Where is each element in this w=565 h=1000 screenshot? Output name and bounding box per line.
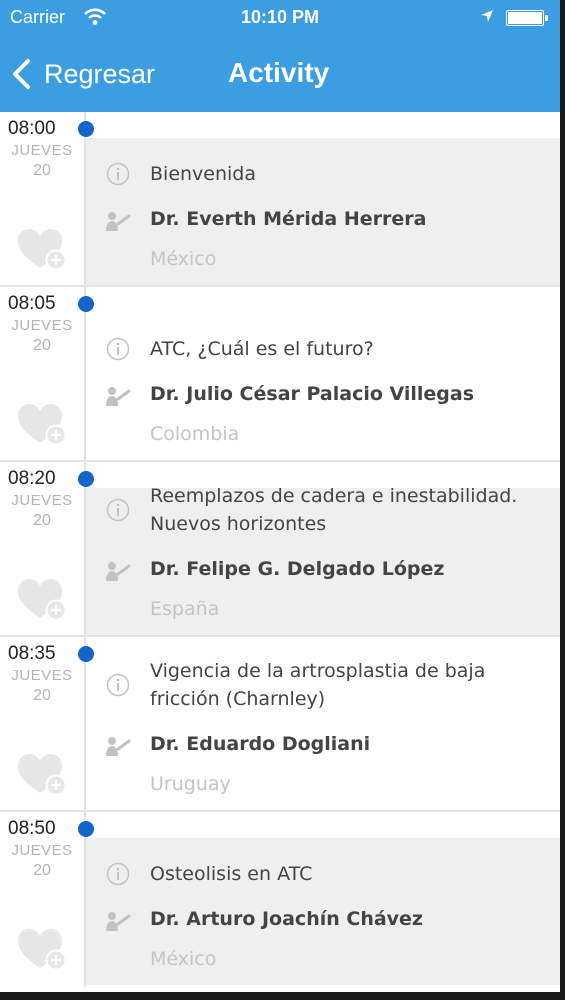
header: Carrier 10:10 PM Regresar Activity: [0, 0, 560, 112]
activity-date: 20: [33, 162, 51, 179]
favorite-add-icon[interactable]: [16, 401, 68, 447]
speaker-name: Dr. Eduardo Dogliani: [150, 733, 371, 755]
talk-title: Vigencia de la artrosplastia de baja fri…: [150, 660, 486, 710]
nav-bar: Regresar Activity: [0, 40, 560, 110]
activity-day: JUEVES: [11, 842, 73, 859]
location-arrow-icon: [481, 10, 493, 22]
speaker-icon: [106, 562, 131, 581]
talk-title: Reemplazos de cadera e inestabilidad. Nu…: [150, 485, 518, 535]
activity-time: 08:00: [8, 118, 56, 139]
timeline-dot: [78, 471, 94, 487]
speaker-name: Dr. Everth Mérida Herrera: [150, 208, 427, 230]
status-time: 10:10 PM: [240, 7, 320, 27]
activity-day: JUEVES: [11, 317, 73, 334]
talk-title: ATC, ¿Cuál es el futuro?: [150, 338, 374, 360]
activity-day: JUEVES: [11, 142, 73, 159]
timeline-dot: [78, 821, 94, 837]
info-icon: [106, 337, 130, 361]
activity-item[interactable]: 08:35 JUEVES 20 Vigencia de la artrospla…: [0, 637, 560, 812]
activity-time: 08:05: [8, 293, 56, 314]
favorite-add-icon[interactable]: [16, 751, 68, 797]
activity-item[interactable]: 08:05 JUEVES 20 ATC, ¿Cuál es el futuro?…: [0, 287, 560, 462]
back-button[interactable]: Regresar: [10, 54, 155, 94]
activity-time: 08:35: [8, 643, 56, 664]
info-icon: [106, 498, 130, 522]
back-label: Regresar: [44, 58, 156, 89]
timeline-line: [84, 462, 86, 637]
activity-day: JUEVES: [11, 667, 73, 684]
activity-day: JUEVES: [11, 492, 73, 509]
status-bar: Carrier 10:10 PM: [0, 0, 560, 36]
speaker-country: México: [150, 948, 217, 970]
speaker-icon: [106, 737, 131, 756]
timeline-line: [84, 812, 86, 987]
activity-item[interactable]: 08:20 JUEVES 20 Reemplazos de cadera e i…: [0, 462, 560, 637]
activity-item[interactable]: 08:50 JUEVES 20 Osteolisis en ATC Dr. Ar…: [0, 812, 560, 987]
chevron-left-icon: [13, 59, 30, 89]
app-screen: Carrier 10:10 PM Regresar Activity 08:00…: [0, 0, 560, 992]
timeline-line: [84, 287, 86, 462]
activity-list: 08:00 JUEVES 20 Bienvenida Dr. Everth Mé…: [0, 112, 560, 987]
speaker-name: Dr. Felipe G. Delgado López: [150, 558, 445, 580]
activity-date: 20: [33, 512, 51, 529]
page-title: Activity: [228, 57, 330, 88]
talk-title: Osteolisis en ATC: [150, 863, 313, 885]
info-icon: [106, 673, 130, 697]
speaker-country: Colombia: [150, 423, 240, 445]
timeline-line: [84, 112, 86, 287]
favorite-add-icon[interactable]: [16, 226, 68, 272]
talk-title: Bienvenida: [150, 163, 257, 185]
activity-time: 08:50: [8, 818, 56, 839]
activity-item[interactable]: 08:00 JUEVES 20 Bienvenida Dr. Everth Mé…: [0, 112, 560, 287]
info-icon: [106, 162, 130, 186]
favorite-add-icon[interactable]: [16, 926, 68, 972]
speaker-name: Dr. Arturo Joachín Chávez: [150, 908, 423, 930]
activity-date: 20: [33, 337, 51, 354]
timeline-dot: [78, 646, 94, 662]
speaker-icon: [106, 212, 131, 231]
speaker-icon: [106, 912, 131, 931]
screen-edge-right: [560, 0, 565, 1000]
timeline-dot: [78, 296, 94, 312]
info-icon: [106, 862, 130, 886]
speaker-name: Dr. Julio César Palacio Villegas: [150, 383, 475, 405]
screen-edge-bottom: [0, 992, 565, 1000]
speaker-country: España: [150, 598, 220, 620]
timeline-dot: [78, 121, 94, 137]
battery-icon: [506, 10, 548, 26]
activity-date: 20: [33, 862, 51, 879]
favorite-add-icon[interactable]: [16, 576, 68, 622]
speaker-icon: [106, 387, 131, 406]
speaker-country: México: [150, 248, 217, 270]
activity-date: 20: [33, 687, 51, 704]
timeline-line: [84, 637, 86, 812]
activity-time: 08:20: [8, 468, 56, 489]
speaker-country: Uruguay: [150, 773, 231, 795]
